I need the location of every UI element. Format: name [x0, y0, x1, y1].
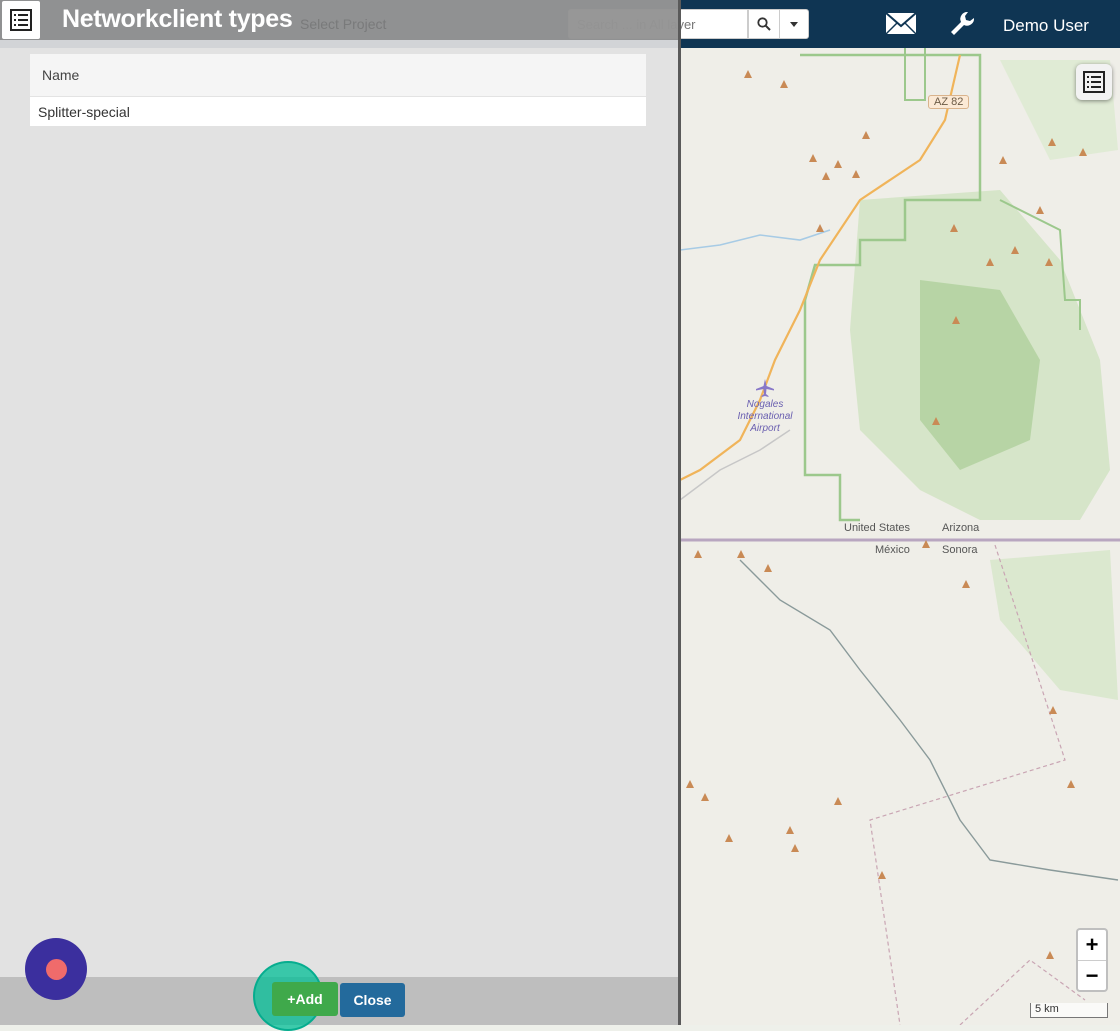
state-label-arizona: Arizona	[942, 522, 980, 534]
panel-title: Networkclient types	[62, 5, 293, 33]
airport-label-line: Nogales	[746, 399, 784, 410]
airport-icon	[756, 379, 774, 397]
table-row[interactable]: Splitter-special	[30, 97, 646, 126]
panel-header: Select Project Networkclient types	[0, 0, 678, 40]
user-menu[interactable]: Demo User	[1003, 16, 1089, 36]
list-icon	[1083, 71, 1105, 93]
search-icon	[757, 17, 771, 31]
record-dot-icon	[45, 958, 67, 980]
road-label: AZ 82	[928, 95, 970, 109]
country-label-mexico: México	[875, 544, 910, 556]
add-button[interactable]: +Add	[272, 982, 338, 1016]
airport-label-line: Airport	[750, 423, 780, 434]
zoom-control: + −	[1076, 928, 1108, 992]
list-icon	[10, 9, 32, 31]
caret-down-icon	[790, 21, 798, 27]
panel-toggle-button[interactable]	[2, 1, 40, 39]
mail-icon[interactable]	[884, 10, 920, 38]
state-label-sonora: Sonora	[942, 544, 978, 556]
zoom-in-button[interactable]: +	[1078, 930, 1106, 961]
table-header-name[interactable]: Name	[30, 54, 646, 97]
record-button[interactable]	[25, 938, 87, 1000]
types-table: Name Splitter-special	[30, 54, 646, 126]
project-selector-ghost: Select Project	[300, 16, 387, 32]
networkclient-types-panel: Select Project Networkclient types Name …	[0, 0, 681, 1031]
close-button[interactable]: Close	[340, 983, 405, 1017]
airport-label: Nogales International Airport	[730, 399, 800, 435]
panel-footer	[0, 977, 678, 1025]
airport-label-line: International	[737, 411, 793, 422]
country-label-us: United States	[844, 522, 911, 534]
search-button[interactable]	[748, 9, 780, 39]
search-scope-dropdown[interactable]	[779, 9, 809, 39]
wrench-icon[interactable]	[948, 10, 976, 38]
scale-bar: 5 km	[1030, 1003, 1108, 1018]
layer-list-button[interactable]	[1076, 64, 1112, 100]
zoom-out-button[interactable]: −	[1078, 961, 1106, 991]
